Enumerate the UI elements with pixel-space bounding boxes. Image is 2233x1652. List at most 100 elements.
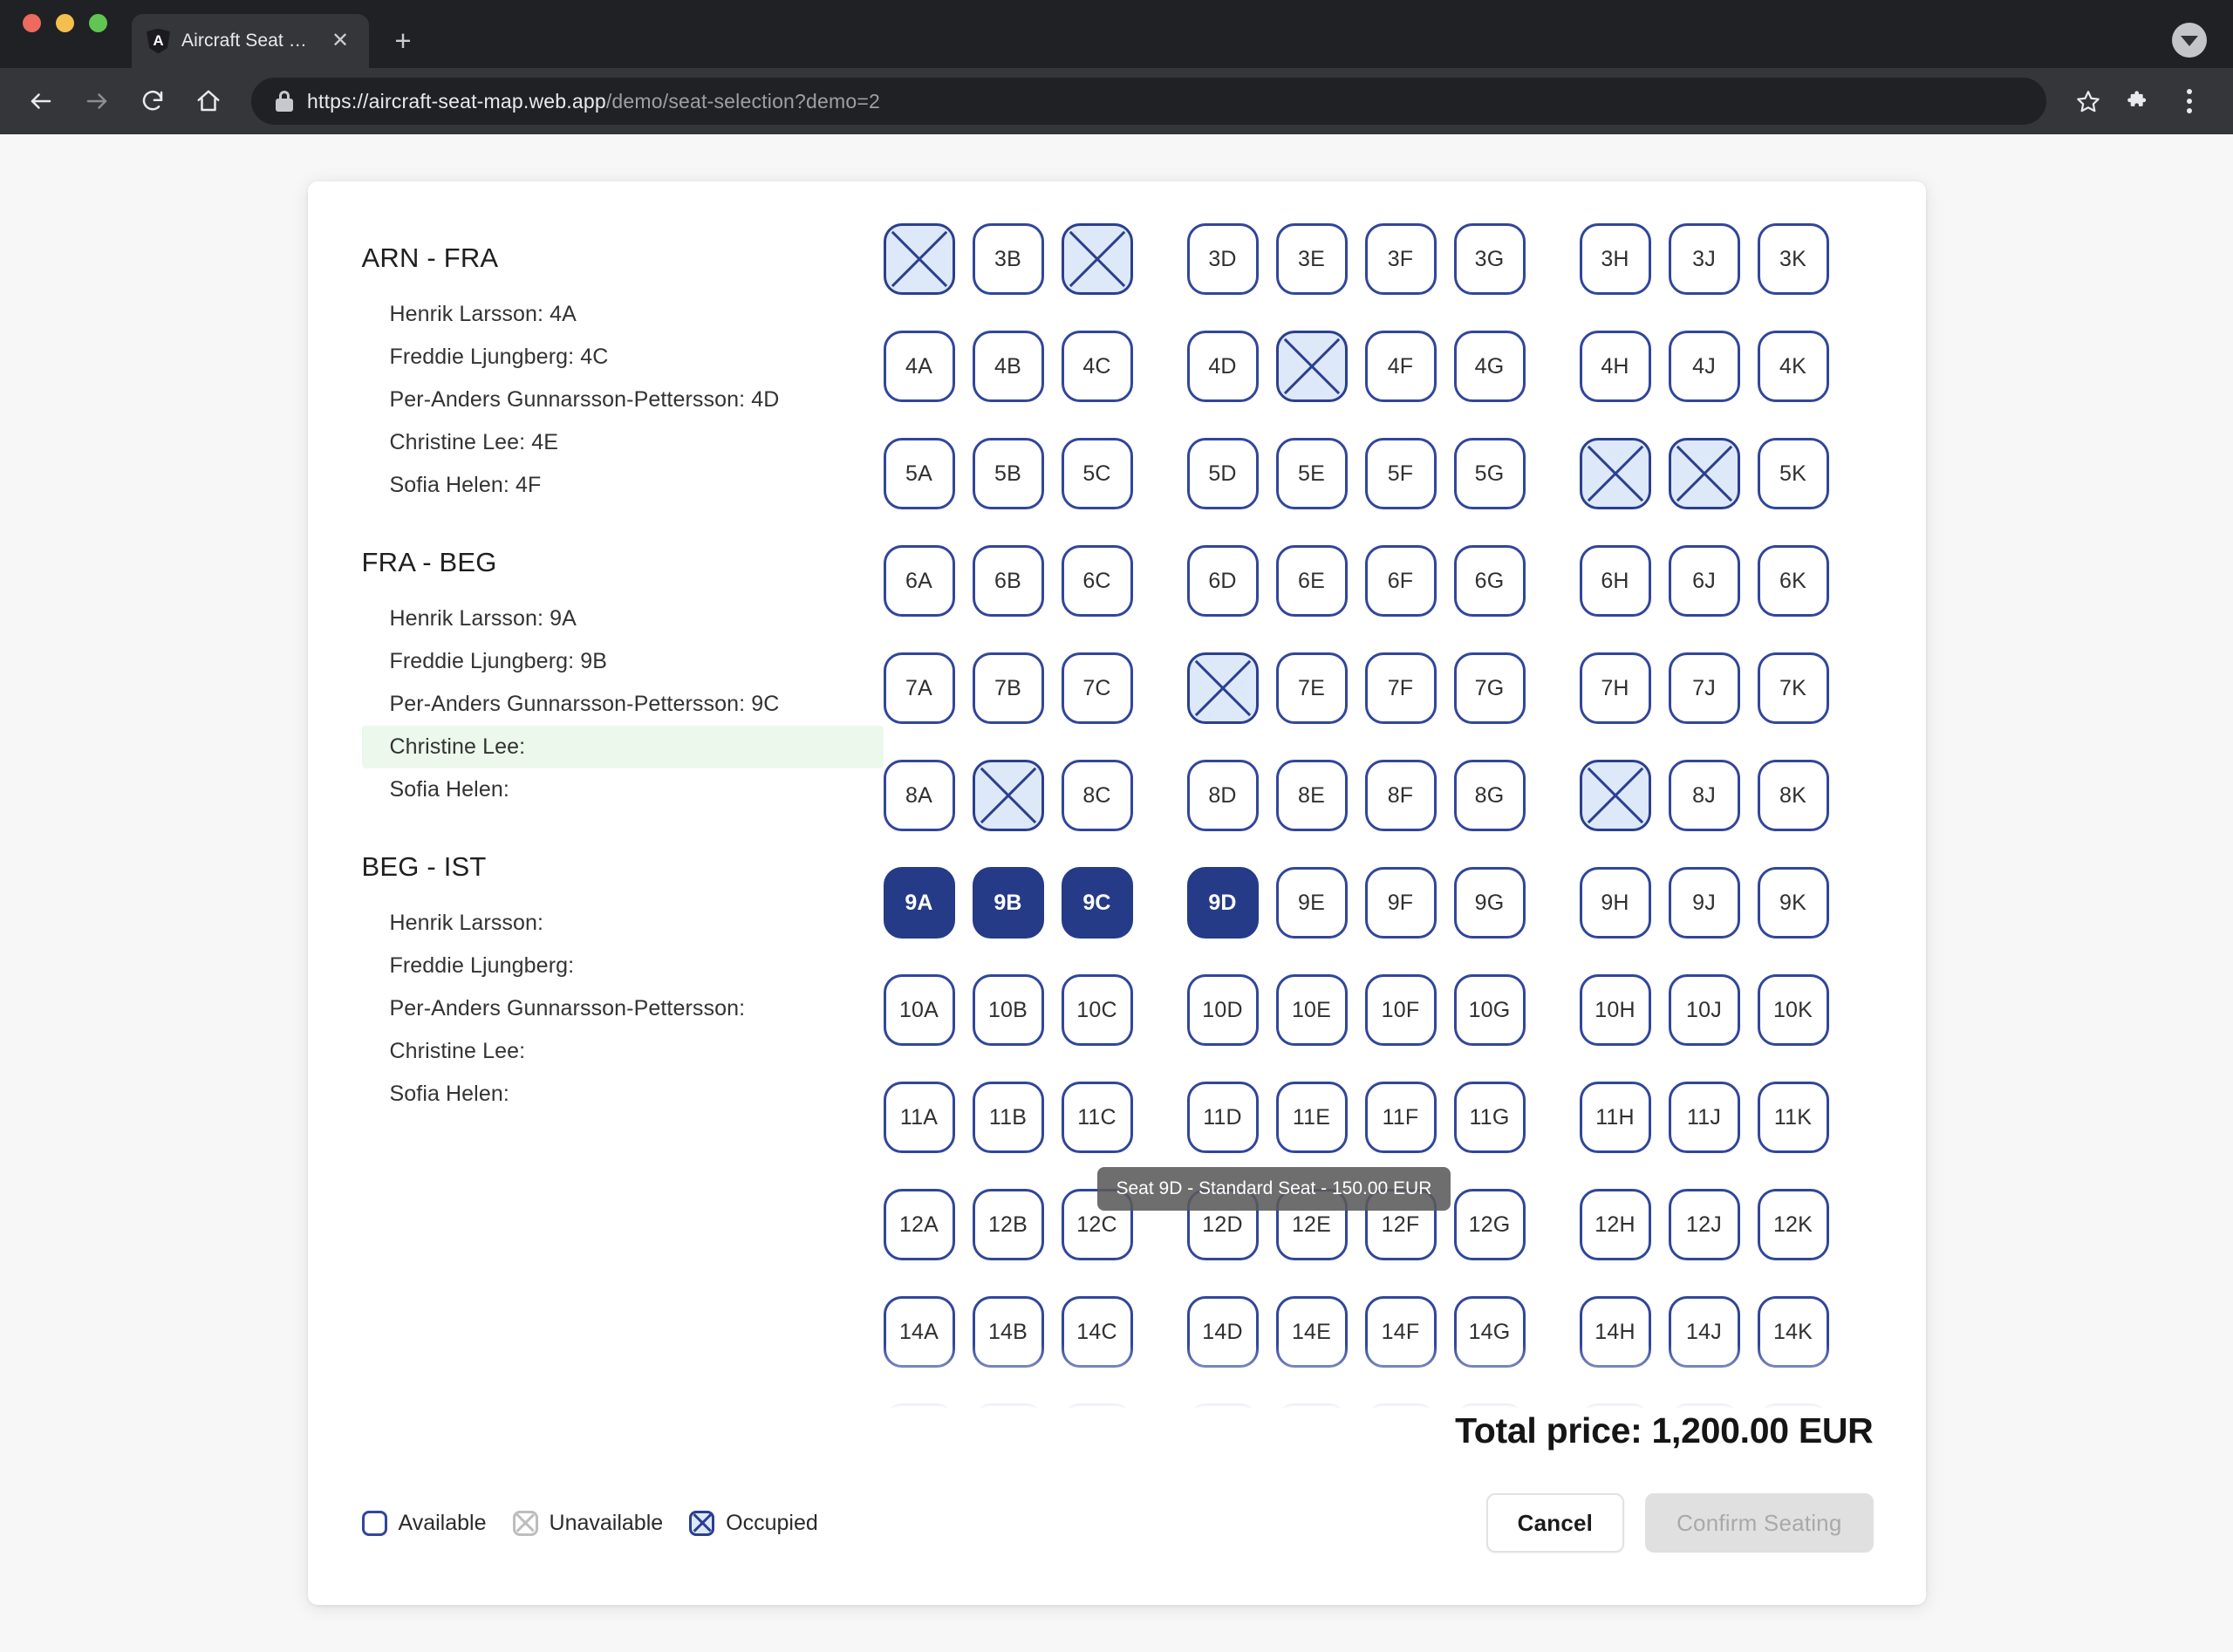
seat-6b[interactable]: 6B (973, 545, 1044, 617)
seat-3f[interactable]: 3F (1365, 223, 1437, 295)
back-arrow-icon[interactable] (16, 76, 66, 126)
seat-7a[interactable]: 7A (884, 652, 955, 724)
seat-9h[interactable]: 9H (1580, 867, 1651, 939)
seat-12h[interactable]: 12H (1580, 1189, 1651, 1260)
seat-6d[interactable]: 6D (1187, 545, 1259, 617)
seat-10d[interactable]: 10D (1187, 974, 1259, 1046)
seat-12j[interactable]: 12J (1669, 1189, 1740, 1260)
home-icon[interactable] (183, 76, 234, 126)
seat-8g[interactable]: 8G (1454, 760, 1526, 831)
seat-15c[interactable]: 15C (1062, 1403, 1133, 1418)
seat-9c[interactable]: 9C (1062, 867, 1133, 939)
seat-10h[interactable]: 10H (1580, 974, 1651, 1046)
seat-11b[interactable]: 11B (973, 1082, 1044, 1153)
maximize-window-button[interactable] (89, 14, 107, 32)
seat-14c[interactable]: 14C (1062, 1296, 1133, 1368)
seat-6c[interactable]: 6C (1062, 545, 1133, 617)
seat-10c[interactable]: 10C (1062, 974, 1133, 1046)
passenger-row[interactable]: Per-Anders Gunnarsson-Pettersson: 4D (362, 379, 884, 421)
seat-10a[interactable]: 10A (884, 974, 955, 1046)
seat-15a[interactable]: 15A (884, 1403, 955, 1418)
seat-10e[interactable]: 10E (1276, 974, 1348, 1046)
seat-15e[interactable]: 15E (1276, 1403, 1348, 1418)
seat-3e[interactable]: 3E (1276, 223, 1348, 295)
passenger-row[interactable]: Freddie Ljungberg: 9B (362, 640, 884, 683)
seat-10g[interactable]: 10G (1454, 974, 1526, 1046)
passenger-row[interactable]: Freddie Ljungberg: 4C (362, 336, 884, 379)
minimize-window-button[interactable] (56, 14, 74, 32)
seat-11e[interactable]: 11E (1276, 1082, 1348, 1153)
seat-5j[interactable] (1669, 438, 1740, 509)
seat-5a[interactable]: 5A (884, 438, 955, 509)
seat-10f[interactable]: 10F (1365, 974, 1437, 1046)
seat-10k[interactable]: 10K (1758, 974, 1829, 1046)
seat-4h[interactable]: 4H (1580, 331, 1651, 402)
seat-8k[interactable]: 8K (1758, 760, 1829, 831)
puzzle-piece-icon[interactable] (2116, 79, 2161, 124)
seat-11a[interactable]: 11A (884, 1082, 955, 1153)
seat-5f[interactable]: 5F (1365, 438, 1437, 509)
seat-3g[interactable]: 3G (1454, 223, 1526, 295)
seat-14e[interactable]: 14E (1276, 1296, 1348, 1368)
seat-9d[interactable]: 9D (1187, 867, 1259, 939)
seat-5h[interactable] (1580, 438, 1651, 509)
seat-14d[interactable]: 14D (1187, 1296, 1259, 1368)
seat-12c[interactable]: 12C (1062, 1189, 1133, 1260)
seat-5g[interactable]: 5G (1454, 438, 1526, 509)
seat-12b[interactable]: 12B (973, 1189, 1044, 1260)
seat-3c[interactable] (1062, 223, 1133, 295)
seat-14g[interactable]: 14G (1454, 1296, 1526, 1368)
seat-9f[interactable]: 9F (1365, 867, 1437, 939)
seat-4g[interactable]: 4G (1454, 331, 1526, 402)
passenger-row[interactable]: Sofia Helen: (362, 768, 884, 811)
seat-12e[interactable]: 12E (1276, 1189, 1348, 1260)
seat-10b[interactable]: 10B (973, 974, 1044, 1046)
seat-14k[interactable]: 14K (1758, 1296, 1829, 1368)
seat-11f[interactable]: 11F (1365, 1082, 1437, 1153)
seat-6e[interactable]: 6E (1276, 545, 1348, 617)
seat-4a[interactable]: 4A (884, 331, 955, 402)
seat-11d[interactable]: 11D (1187, 1082, 1259, 1153)
seat-3k[interactable]: 3K (1758, 223, 1829, 295)
seat-15k[interactable]: 15K (1758, 1403, 1829, 1418)
forward-arrow-icon[interactable] (72, 76, 122, 126)
seat-4e[interactable] (1276, 331, 1348, 402)
seat-8a[interactable]: 8A (884, 760, 955, 831)
seat-8d[interactable]: 8D (1187, 760, 1259, 831)
seat-5d[interactable]: 5D (1187, 438, 1259, 509)
seat-4f[interactable]: 4F (1365, 331, 1437, 402)
seat-8e[interactable]: 8E (1276, 760, 1348, 831)
seat-3d[interactable]: 3D (1187, 223, 1259, 295)
seat-9g[interactable]: 9G (1454, 867, 1526, 939)
seat-7k[interactable]: 7K (1758, 652, 1829, 724)
cancel-button[interactable]: Cancel (1486, 1493, 1624, 1553)
seat-8c[interactable]: 8C (1062, 760, 1133, 831)
seat-8f[interactable]: 8F (1365, 760, 1437, 831)
seat-15d[interactable]: 15D (1187, 1403, 1259, 1418)
seat-7e[interactable]: 7E (1276, 652, 1348, 724)
seat-3j[interactable]: 3J (1669, 223, 1740, 295)
seat-15f[interactable]: 15F (1365, 1403, 1437, 1418)
seat-8h[interactable] (1580, 760, 1651, 831)
seat-11j[interactable]: 11J (1669, 1082, 1740, 1153)
address-bar[interactable]: https://aircraft-seat-map.web.app/demo/s… (251, 78, 2046, 125)
seat-9b[interactable]: 9B (973, 867, 1044, 939)
seat-11c[interactable]: 11C (1062, 1082, 1133, 1153)
reload-icon[interactable] (127, 76, 178, 126)
seat-7g[interactable]: 7G (1454, 652, 1526, 724)
passenger-row[interactable]: Freddie Ljungberg: (362, 945, 884, 987)
seat-3b[interactable]: 3B (973, 223, 1044, 295)
seat-5c[interactable]: 5C (1062, 438, 1133, 509)
seat-11g[interactable]: 11G (1454, 1082, 1526, 1153)
passenger-row[interactable]: Henrik Larsson: 4A (362, 293, 884, 336)
passenger-row[interactable]: Sofia Helen: (362, 1073, 884, 1116)
tab-list-dropdown-icon[interactable] (2172, 23, 2207, 58)
seat-6f[interactable]: 6F (1365, 545, 1437, 617)
passenger-row[interactable]: Sofia Helen: 4F (362, 464, 884, 507)
seat-4k[interactable]: 4K (1758, 331, 1829, 402)
seat-14h[interactable]: 14H (1580, 1296, 1651, 1368)
seat-8b[interactable] (973, 760, 1044, 831)
seat-7h[interactable]: 7H (1580, 652, 1651, 724)
seat-9e[interactable]: 9E (1276, 867, 1348, 939)
browser-tab[interactable]: A Aircraft Seat Map ✕ (132, 14, 369, 68)
